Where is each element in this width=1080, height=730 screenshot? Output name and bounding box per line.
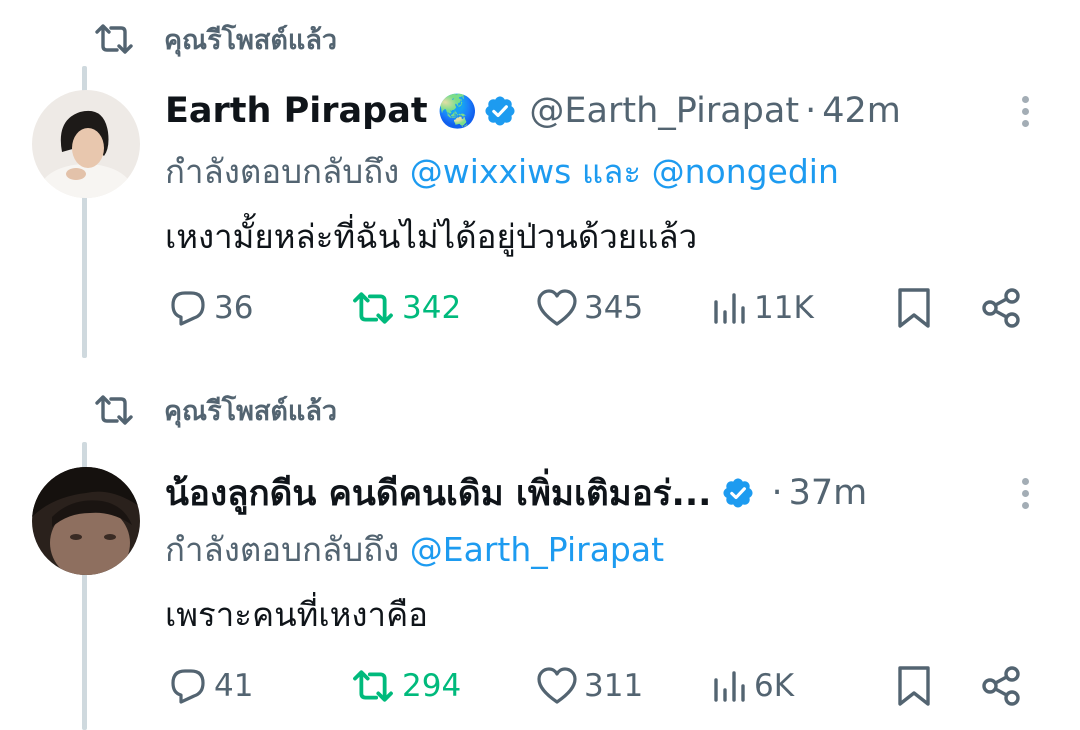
bookmark-icon xyxy=(898,666,930,706)
globe-emoji-icon: 🌏 xyxy=(437,92,478,130)
share-icon xyxy=(982,666,1020,706)
avatar[interactable] xyxy=(32,467,140,575)
retweet-icon xyxy=(94,21,138,57)
tweet-text: เพราะคนที่เหงาคือ xyxy=(165,595,428,634)
share-button[interactable] xyxy=(980,283,1030,333)
retweet-icon xyxy=(94,392,138,428)
avatar[interactable] xyxy=(32,90,140,198)
tweet-header: น้องลูกดีน คนดีคนเดิม เพิ่มเติมอร่... · … xyxy=(165,468,867,518)
timestamp[interactable]: 42m xyxy=(822,91,901,131)
mention-link[interactable]: @nongedin xyxy=(652,152,839,191)
reply-button[interactable]: 36 xyxy=(168,283,253,333)
separator-dot: · xyxy=(805,91,817,131)
retweet-label: คุณรีโพสต์แล้ว xyxy=(164,24,338,56)
replying-to: กำลังตอบกลับถึง @Earth_Pirapat xyxy=(165,523,664,576)
reply-prefix: กำลังตอบกลับถึง xyxy=(165,530,400,569)
more-options-icon[interactable] xyxy=(1010,468,1040,518)
bookmark-icon xyxy=(898,288,930,328)
reply-icon xyxy=(171,291,205,326)
like-button[interactable]: 345 xyxy=(536,283,643,333)
retweet-indicator: คุณรีโพสต์แล้ว xyxy=(94,385,337,435)
reply-count: 41 xyxy=(214,668,254,704)
retweet-label: คุณรีโพสต์แล้ว xyxy=(164,395,338,427)
retweet-icon xyxy=(353,670,393,702)
like-button[interactable]: 311 xyxy=(536,661,643,711)
bookmark-button[interactable] xyxy=(896,661,938,711)
reply-count: 36 xyxy=(214,290,254,326)
bookmark-button[interactable] xyxy=(896,283,938,333)
more-options-icon[interactable] xyxy=(1010,86,1040,136)
views-icon xyxy=(714,293,745,324)
mention-link[interactable]: @wixxiws xyxy=(410,152,572,191)
heart-icon xyxy=(537,289,577,326)
tweet-header: Earth Pirapat 🌏 @Earth_Pirapat · 42m xyxy=(165,86,901,136)
mention-link[interactable]: @Earth_Pirapat xyxy=(410,530,664,569)
tweet-text: เหงามั้ยหล่ะที่ฉันไม่ได้อยู่ป่วนด้วยแล้ว xyxy=(165,217,698,256)
separator-dot: · xyxy=(771,473,783,513)
retweet-count: 342 xyxy=(402,290,462,326)
reply-icon xyxy=(171,669,205,704)
reply-prefix: กำลังตอบกลับถึง xyxy=(165,152,400,191)
replying-to: กำลังตอบกลับถึง @wixxiws และ @nongedin xyxy=(165,145,839,198)
views-icon xyxy=(714,671,745,702)
display-name[interactable]: Earth Pirapat xyxy=(165,91,428,131)
share-button[interactable] xyxy=(980,661,1030,711)
like-count: 311 xyxy=(584,668,644,704)
retweet-button[interactable]: 294 xyxy=(350,661,461,711)
retweet-count: 294 xyxy=(402,668,462,704)
handle[interactable]: @Earth_Pirapat xyxy=(529,91,799,131)
view-count: 11K xyxy=(754,290,814,326)
heart-icon xyxy=(537,667,577,704)
retweet-button[interactable]: 342 xyxy=(350,283,461,333)
share-icon xyxy=(982,288,1020,328)
display-name[interactable]: น้องลูกดีน คนดีคนเดิม เพิ่มเติมอร่... xyxy=(165,466,711,521)
verified-badge-icon xyxy=(483,94,517,128)
retweet-indicator: คุณรีโพสต์แล้ว xyxy=(94,14,337,64)
views-button[interactable]: 11K xyxy=(712,283,814,333)
like-count: 345 xyxy=(584,290,644,326)
timestamp[interactable]: 37m xyxy=(789,473,868,513)
retweet-icon xyxy=(353,292,393,324)
reply-conjunction: และ xyxy=(581,152,642,191)
view-count: 6K xyxy=(754,668,795,704)
reply-button[interactable]: 41 xyxy=(168,661,253,711)
views-button[interactable]: 6K xyxy=(712,661,794,711)
verified-badge-icon xyxy=(721,476,755,510)
